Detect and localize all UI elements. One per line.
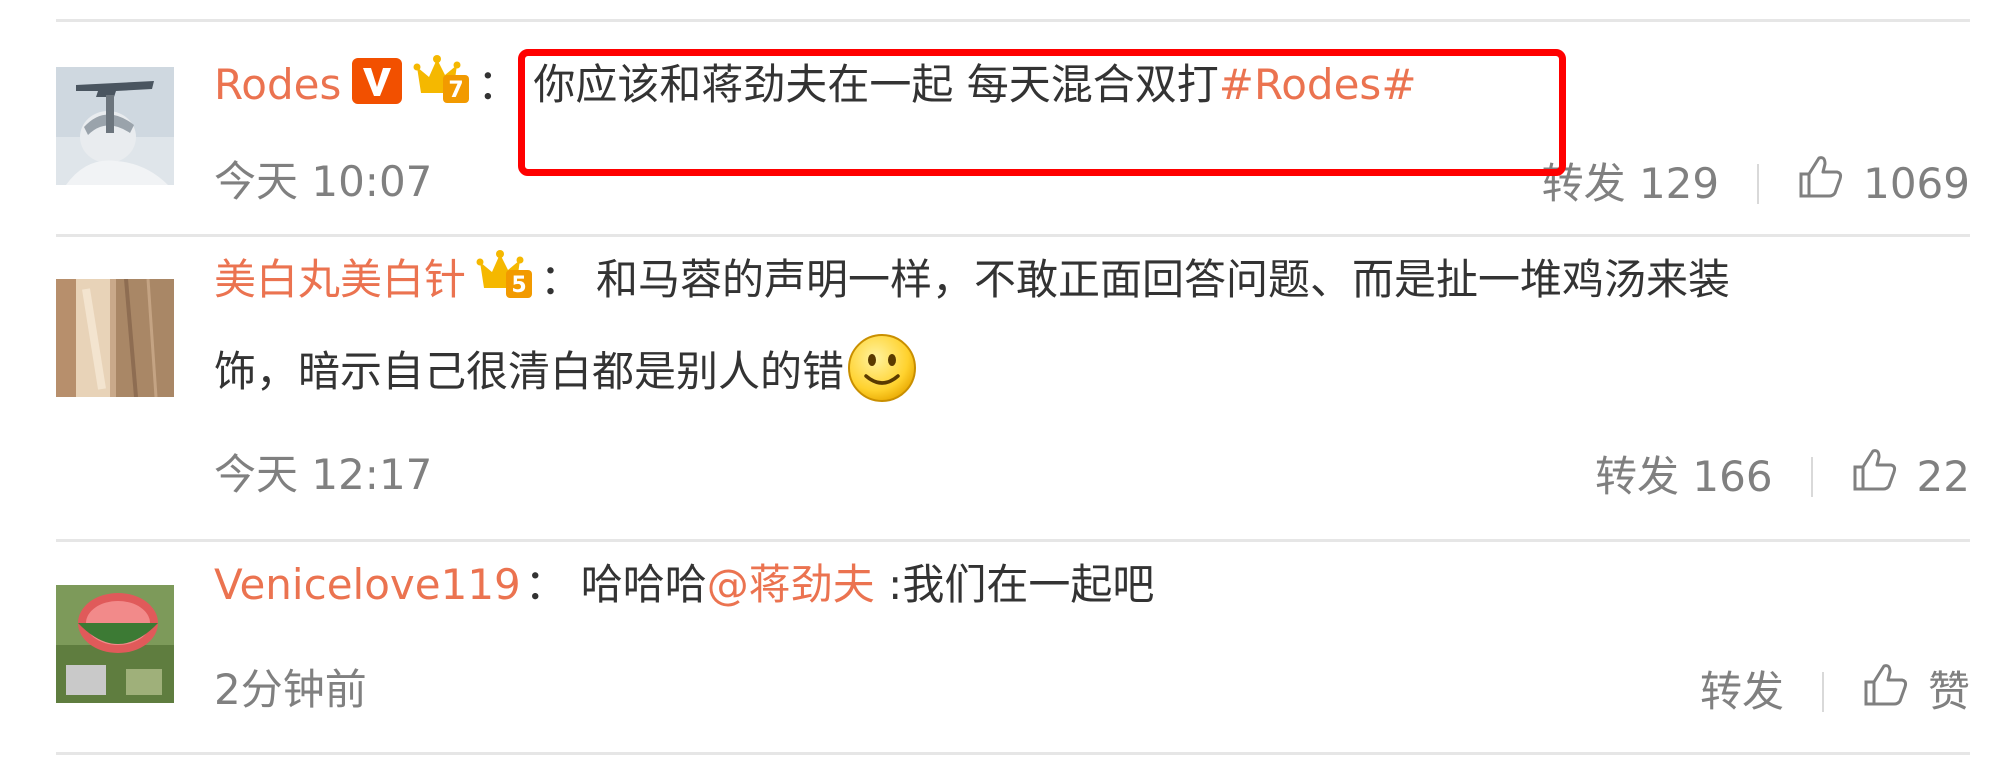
username-link[interactable]: 美白丸美白针: [214, 255, 466, 304]
repost-button[interactable]: 转发: [1700, 662, 1784, 722]
username-link[interactable]: Rodes: [214, 60, 341, 109]
like-button[interactable]: 1069: [1797, 152, 1970, 216]
avatar[interactable]: [56, 585, 174, 703]
comment-text: 哈哈哈: [580, 560, 707, 609]
colon-separator: ：: [540, 255, 583, 304]
comment-text-continued: 饰，暗示自己很清白都是别人的错: [214, 347, 845, 396]
action-separator: [1821, 672, 1824, 712]
comment-timestamp: 2分钟前: [214, 665, 367, 714]
like-button[interactable]: 22: [1851, 445, 1970, 509]
colon-separator: ：: [477, 60, 520, 109]
repost-count: 129: [1638, 159, 1720, 208]
hashtag-link[interactable]: #Rodes#: [1219, 60, 1417, 109]
thumbs-up-icon: [1851, 445, 1899, 509]
colon-separator: ：: [524, 560, 567, 609]
svg-text:7: 7: [449, 78, 464, 103]
svg-text:5: 5: [511, 273, 526, 298]
divider: [56, 752, 1970, 755]
vip-crown-icon[interactable]: 7: [413, 48, 473, 134]
like-label: 赞: [1927, 667, 1970, 716]
thumbs-up-icon: [1862, 660, 1910, 724]
comment-timestamp: 今天 10:07: [214, 157, 433, 206]
comment-text: 你应该和蒋劲夫在一起 每天混合双打: [533, 60, 1219, 109]
comment-list: Rodes 7 ： 你应该和蒋劲夫在一起 每天混合双打#Rodes# 今天 10:07…: [0, 0, 2000, 765]
smiley-icon: [846, 332, 918, 433]
comment-item: Venicelove119： 哈哈哈@蒋劲夫 :我们在一起吧 2分钟前 转发 赞: [0, 542, 2000, 752]
comment-item: 美白丸美白针 5 ： 和马蓉的声明一样，不敢正面回答问题、而是扯一堆鸡汤来装 饰，暗示…: [0, 237, 2000, 536]
comment-timestamp: 今天 12:17: [214, 450, 433, 499]
comment-item: Rodes 7 ： 你应该和蒋劲夫在一起 每天混合双打#Rodes# 今天 10:07…: [0, 22, 2000, 234]
avatar[interactable]: [56, 279, 174, 397]
avatar[interactable]: [56, 67, 174, 185]
comment-text-continued: :我们在一起吧: [874, 560, 1155, 609]
repost-count: 166: [1692, 452, 1773, 501]
repost-button[interactable]: 转发 166: [1595, 447, 1773, 507]
mention-link[interactable]: @蒋劲夫: [707, 560, 875, 609]
action-separator: [1757, 164, 1760, 204]
username-link[interactable]: Venicelove119: [214, 560, 521, 609]
verified-icon: [351, 48, 403, 134]
like-count: 1069: [1863, 159, 1970, 208]
thumbs-up-icon: [1797, 152, 1845, 216]
repost-button[interactable]: 转发 129: [1542, 154, 1720, 214]
like-button[interactable]: 赞: [1862, 660, 1970, 724]
action-separator: [1810, 457, 1813, 497]
comment-text: 和马蓉的声明一样，不敢正面回答问题、而是扯一堆鸡汤来装: [596, 255, 1731, 304]
vip-crown-icon[interactable]: 5: [476, 243, 536, 329]
like-count: 22: [1916, 452, 1970, 501]
